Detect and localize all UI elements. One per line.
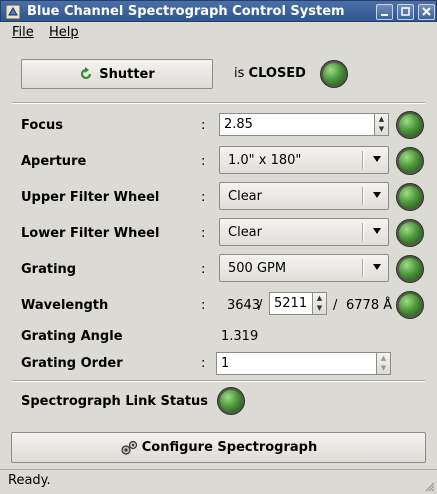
menu-file[interactable]: File [12,25,34,40]
shutter-button-label: Shutter [99,66,155,82]
configure-spectrograph-button[interactable]: Configure Spectrograph [11,432,426,463]
wavelength-separator: / [333,298,338,313]
configure-button-label: Configure Spectrograph [141,440,318,455]
menubar: File Help [0,22,437,44]
colon: : [201,298,206,313]
lower-filter-led-indicator [396,219,424,247]
grating-order-value: 1 [221,356,230,371]
spin-down-icon[interactable]: ▼ [313,304,326,315]
wavelength-value: 5211 [274,296,308,311]
upper-filter-value: Clear [228,189,262,204]
grating-led-indicator [396,255,424,283]
aperture-value: 1.0" x 180" [228,153,302,168]
grating-order-label: Grating Order [21,356,123,371]
colon: : [201,262,206,277]
upper-filter-led-indicator [396,183,424,211]
shutter-status: is CLOSED [234,66,306,81]
combo-separator [362,259,364,277]
maximize-button[interactable] [397,4,414,20]
grating-label: Grating [21,262,77,277]
colon: : [201,226,206,241]
grating-order-spin-buttons[interactable]: ▲ ▼ [376,353,390,374]
chevron-down-icon [373,156,381,162]
resize-grip-icon[interactable] [423,480,435,492]
link-status-led-indicator [217,387,245,415]
colon: : [201,154,206,169]
upper-filter-combo[interactable]: Clear [219,182,389,210]
refresh-icon [81,67,92,80]
app-icon[interactable] [5,4,21,20]
chevron-down-icon [373,264,381,270]
chevron-down-icon [373,192,381,198]
focus-spinbox[interactable]: 2.85 ▲ ▼ [219,113,389,136]
separator [12,102,425,104]
close-icon [422,7,431,16]
wavelength-separator: / [258,298,263,313]
grating-angle-value: 1.319 [221,329,259,344]
wavelength-spin-buttons[interactable]: ▲ ▼ [312,293,326,314]
colon: : [201,190,206,205]
close-button[interactable] [418,4,435,20]
combo-separator [362,223,364,241]
focus-label: Focus [21,118,63,133]
wavelength-spinbox[interactable]: 5211 ▲ ▼ [269,292,327,315]
gears-icon [121,440,137,455]
wavelength-min: 3643 [227,298,261,313]
minimize-icon [381,14,388,16]
wavelength-label: Wavelength [21,298,109,313]
combo-separator [362,151,364,169]
status-text: Ready. [8,473,51,488]
statusbar: Ready. [0,469,437,494]
upper-filter-label: Upper Filter Wheel [21,190,160,205]
maximize-icon [401,7,410,16]
grating-order-spinbox[interactable]: 1 ▲ ▼ [216,352,391,375]
aperture-label: Aperture [21,154,87,169]
shutter-led-indicator [320,60,348,88]
wavelength-led-indicator [396,291,424,319]
focus-led-indicator [396,111,424,139]
lower-filter-label: Lower Filter Wheel [21,226,160,241]
shutter-button[interactable]: Shutter [21,59,213,89]
grating-combo[interactable]: 500 GPM [219,254,389,282]
lower-filter-combo[interactable]: Clear [219,218,389,246]
window-titlebar[interactable]: Blue Channel Spectrograph Control System [0,0,437,22]
separator [12,380,425,382]
lower-filter-value: Clear [228,225,262,240]
grating-value: 500 GPM [228,261,287,276]
focus-spin-buttons[interactable]: ▲ ▼ [374,114,388,135]
focus-value: 2.85 [224,117,253,132]
wavelength-max: 6778 Å [346,298,393,313]
chevron-down-icon [373,228,381,234]
combo-separator [362,187,364,205]
colon: : [201,118,206,133]
colon: : [201,356,206,371]
shutter-status-value: CLOSED [248,66,306,81]
menu-help[interactable]: Help [49,25,79,40]
aperture-combo[interactable]: 1.0" x 180" [219,146,389,174]
window-title: Blue Channel Spectrograph Control System [27,4,345,19]
grating-angle-label: Grating Angle [21,329,123,344]
minimize-button[interactable] [376,4,393,20]
link-status-label: Spectrograph Link Status [21,394,209,409]
spin-down-icon[interactable]: ▼ [377,364,390,375]
colon: : [201,394,206,409]
spin-down-icon[interactable]: ▼ [375,125,388,136]
aperture-led-indicator [396,147,424,175]
